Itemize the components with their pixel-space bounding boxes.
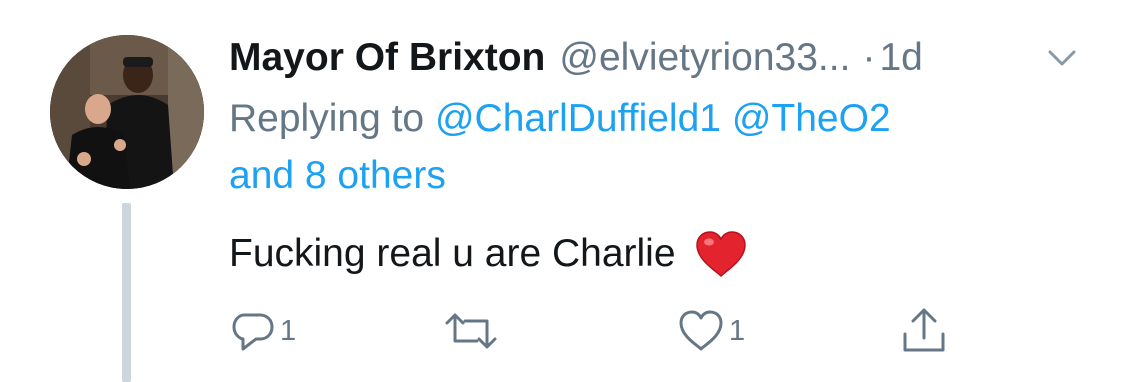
timestamp[interactable]: 1d <box>879 36 922 80</box>
mention-link[interactable]: @TheO2 <box>732 97 891 140</box>
heart-icon <box>679 310 723 351</box>
share-icon <box>903 308 945 352</box>
like-button[interactable]: 1 <box>677 306 745 356</box>
author-name[interactable]: Mayor Of Brixton <box>229 36 545 80</box>
author-handle[interactable]: @elvietyrion33... <box>559 36 850 80</box>
separator-dot: · <box>862 36 876 79</box>
tweet[interactable]: Mayor Of Brixton @elvietyrion33... · 1d … <box>0 0 1125 382</box>
tweet-text: Fucking real u are Charlie <box>229 232 676 275</box>
reply-button[interactable]: 1 <box>230 306 296 356</box>
others-link[interactable]: and 8 others <box>229 154 446 197</box>
avatar[interactable] <box>50 35 204 189</box>
red-heart-emoji <box>694 229 748 279</box>
replying-prefix: Replying to <box>229 97 425 140</box>
tweet-header: Mayor Of Brixton @elvietyrion33... · 1d <box>229 30 923 86</box>
chevron-down-icon[interactable] <box>1044 43 1080 73</box>
reply-icon <box>232 313 274 351</box>
avatar-photo <box>50 35 204 189</box>
retweet-icon <box>445 313 497 349</box>
mention-link[interactable]: @CharlDuffield1 <box>435 97 721 140</box>
action-bar: 1 1 <box>0 306 1125 356</box>
like-count: 1 <box>729 314 746 347</box>
replying-to: Replying to @CharlDuffield1 @TheO2 and 8… <box>229 90 1089 204</box>
reply-count: 1 <box>280 314 297 347</box>
tweet-body: Fucking real u are Charlie <box>229 226 748 282</box>
share-button[interactable] <box>900 306 952 356</box>
retweet-button[interactable] <box>443 306 503 356</box>
